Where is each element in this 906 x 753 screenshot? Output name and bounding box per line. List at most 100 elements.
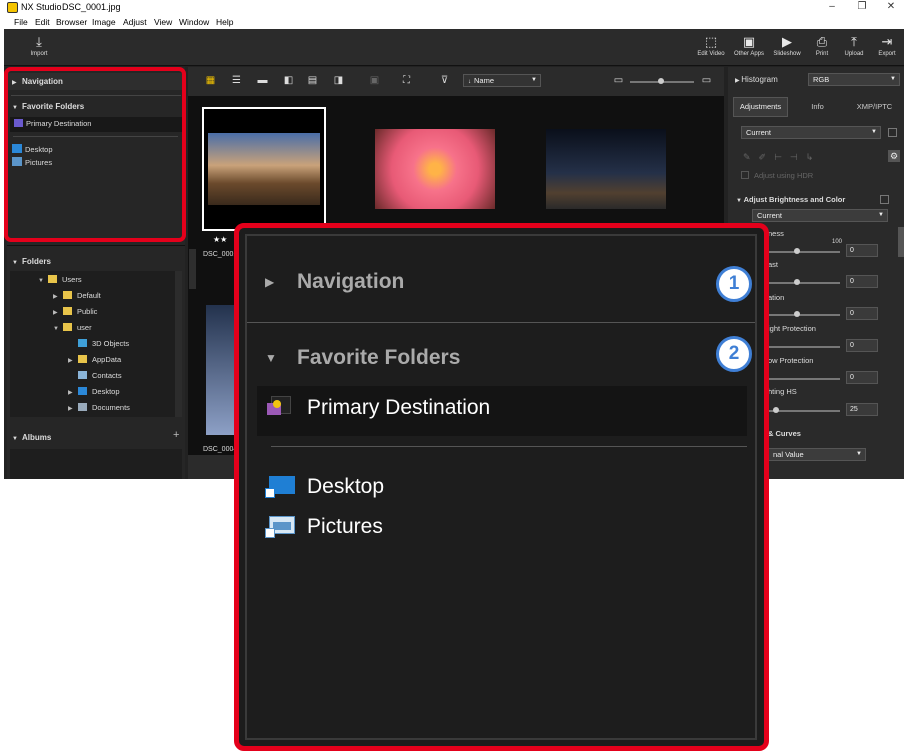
close-icon[interactable]: ✕: [881, 1, 901, 13]
highlight-protection-value[interactable]: 0: [846, 339, 878, 352]
edit-video-button[interactable]: ⬚ Edit Video: [694, 29, 728, 66]
adjust-tools-icon[interactable]: ✎✐⊢⊣↳: [743, 152, 821, 163]
documents-icon: [78, 403, 87, 411]
single-view-icon[interactable]: ▬: [256, 75, 269, 86]
chevron-down-icon: ▼: [871, 129, 877, 135]
menu-help[interactable]: Help: [216, 16, 233, 29]
callout-badge-1: 1: [716, 266, 752, 302]
tree-item-contacts[interactable]: Contacts: [68, 370, 122, 382]
zoom-pictures[interactable]: Pictures: [307, 513, 383, 541]
saturation-value[interactable]: 0: [846, 307, 878, 320]
fit-icon[interactable]: ⛶: [400, 75, 413, 86]
histogram-channel-dropdown[interactable]: RGB ▼: [808, 73, 900, 86]
collapsed-arrow-icon: ▶: [68, 358, 73, 364]
rating-stars[interactable]: ★★: [213, 235, 227, 244]
large-thumbs-icon[interactable]: ▭: [700, 75, 713, 86]
tab-xmp-iptc[interactable]: XMP/IPTC: [847, 97, 902, 117]
split-view-icon[interactable]: ◨: [332, 75, 345, 86]
tree-item-users[interactable]: ▼ Users: [38, 274, 82, 287]
tree-item-default[interactable]: ▶ Default: [53, 290, 101, 303]
city-night-photo[interactable]: [546, 129, 666, 209]
menu-adjust[interactable]: Adjust: [123, 16, 147, 29]
upload-icon: ⤒: [851, 34, 857, 49]
brightness-section-header[interactable]: ▼ Adjust Brightness and Color: [736, 195, 845, 204]
shadow-protection-value[interactable]: 0: [846, 371, 878, 384]
tree-item-appdata[interactable]: ▶ AppData: [68, 354, 121, 367]
add-album-icon[interactable]: +: [173, 429, 179, 441]
grid-view-icon[interactable]: ▦: [204, 75, 217, 86]
list-view-icon[interactable]: ☰: [230, 75, 243, 86]
shadow-protection-slider[interactable]: [768, 378, 840, 380]
tonal-dropdown[interactable]: nal Value ▼: [768, 448, 866, 461]
tree-item-user[interactable]: ▼ user: [53, 322, 92, 335]
tab-adjustments[interactable]: Adjustments: [733, 97, 788, 117]
upload-button[interactable]: ⤒ Upload: [837, 29, 871, 66]
histogram-label: Histogram: [741, 75, 778, 84]
thumbnail-selected[interactable]: [202, 107, 326, 231]
multi-view-icon[interactable]: ▣: [368, 75, 381, 86]
shadow-protection-label: ow Protection: [768, 356, 814, 365]
gear-icon[interactable]: ⚙: [888, 150, 900, 162]
menu-browser[interactable]: Browser: [56, 16, 87, 29]
tree-item-label: Desktop: [92, 387, 120, 396]
hdr-checkbox[interactable]: [741, 171, 749, 179]
tree-item-3d-objects[interactable]: 3D Objects: [68, 338, 129, 350]
dlighting-value[interactable]: 25: [846, 403, 878, 416]
tree-item-documents[interactable]: ▶ Documents: [68, 402, 130, 415]
contrast-value[interactable]: 0: [846, 275, 878, 288]
small-thumbs-icon[interactable]: ▭: [612, 75, 625, 86]
menu-view[interactable]: View: [154, 16, 172, 29]
restore-icon[interactable]: ❐: [852, 1, 872, 13]
panel-scrollbar[interactable]: [898, 227, 904, 257]
desktop-icon: [78, 387, 87, 395]
menu-edit[interactable]: Edit: [35, 16, 50, 29]
landscape-photo: [208, 133, 320, 205]
menu-window[interactable]: Window: [179, 16, 209, 29]
albums-header[interactable]: ▼ Albums: [7, 429, 185, 446]
brightness-label: ness: [768, 229, 784, 238]
slideshow-icon: ▶: [782, 34, 792, 49]
tree-scrollbar[interactable]: [175, 271, 182, 417]
slideshow-button[interactable]: ▶ Slideshow: [770, 29, 804, 66]
brightness-preset-dropdown[interactable]: Current ▼: [752, 209, 888, 222]
other-apps-button[interactable]: ▣ Other Apps: [732, 29, 766, 66]
saturation-slider[interactable]: [768, 314, 840, 316]
brightness-value[interactable]: 0: [846, 244, 878, 257]
dahlia-photo[interactable]: [375, 129, 495, 209]
slider-knob[interactable]: [794, 311, 800, 317]
contrast-slider[interactable]: [768, 282, 840, 284]
folders-header[interactable]: ▼ Folders: [7, 253, 185, 270]
compare-view-icon[interactable]: ◧: [282, 75, 295, 86]
slider-knob[interactable]: [794, 248, 800, 254]
zoom-primary-destination[interactable]: Primary Destination: [307, 394, 490, 422]
histogram-header[interactable]: ▶ Histogram: [735, 75, 778, 84]
highlight-protection-slider[interactable]: [768, 346, 840, 348]
import-button[interactable]: ⤓ Import: [22, 29, 56, 66]
sort-dropdown[interactable]: ↓ Name ▼: [463, 74, 541, 87]
panel-collapse-handle[interactable]: [189, 249, 196, 289]
print-button[interactable]: ⎙ Print: [805, 29, 839, 66]
tree-item-label: Contacts: [92, 371, 122, 380]
adjustment-preset-dropdown[interactable]: Current ▼: [741, 126, 881, 139]
preset-checkbox[interactable]: [888, 128, 897, 137]
zoom-panel: ▶ Navigation 1 ▼ Favorite Folders 2 Prim…: [245, 234, 757, 740]
brightness-slider[interactable]: [768, 251, 840, 253]
chevron-down-icon: ▼: [856, 451, 862, 457]
tab-info[interactable]: Info: [790, 97, 845, 117]
menu-image[interactable]: Image: [92, 16, 116, 29]
slider-knob[interactable]: [773, 407, 779, 413]
filter-icon[interactable]: ⊽: [438, 75, 451, 86]
export-button[interactable]: ⇥ Export: [870, 29, 904, 66]
slider-knob[interactable]: [794, 279, 800, 285]
callout-badge-2: 2: [716, 336, 752, 372]
filmstrip-view-icon[interactable]: ▤: [306, 75, 319, 86]
zoom-desktop[interactable]: Desktop: [307, 473, 384, 501]
thumb-size-knob[interactable]: [658, 78, 664, 84]
tree-item-desktop[interactable]: ▶ Desktop: [68, 386, 120, 399]
minimize-icon[interactable]: –: [822, 1, 842, 13]
curves-section-label[interactable]: & Curves: [768, 429, 801, 438]
menu-file[interactable]: File: [14, 16, 28, 29]
section-checkbox[interactable]: [880, 195, 889, 204]
divider: [7, 245, 185, 246]
tree-item-public[interactable]: ▶ Public: [53, 306, 97, 319]
